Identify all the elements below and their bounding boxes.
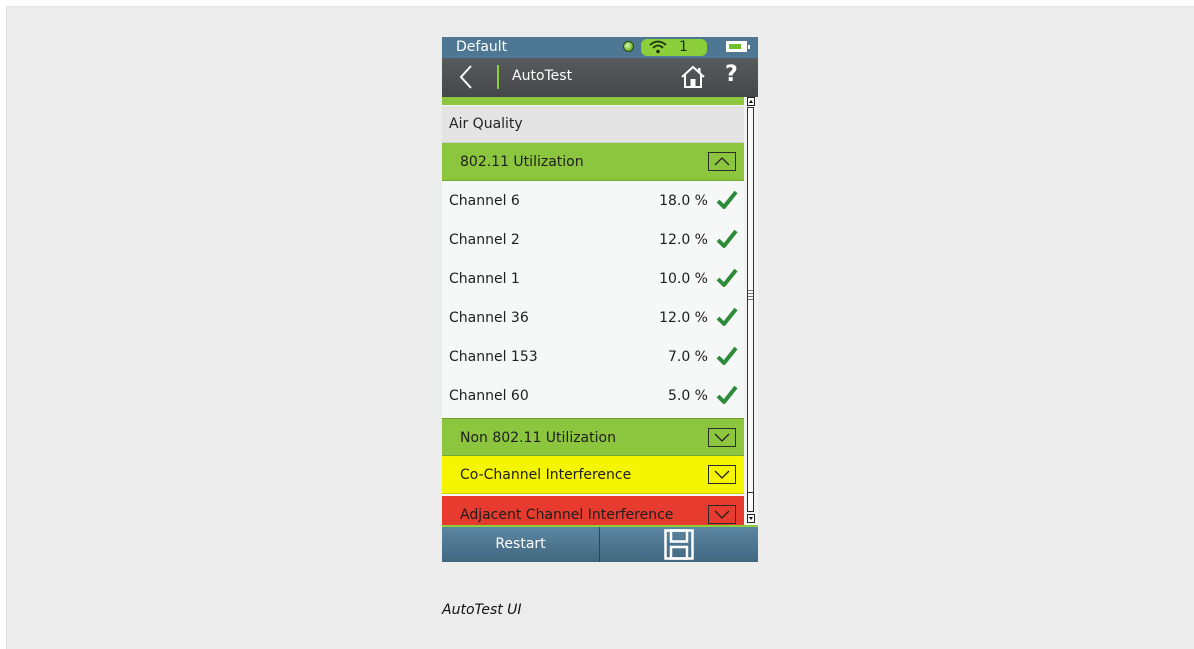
- bottom-toolbar: Restart: [442, 525, 758, 562]
- expand-toggle[interactable]: [708, 505, 736, 524]
- group-non-802-11-utilization[interactable]: Non 802.11 Utilization: [442, 418, 744, 456]
- channel-name: Channel 60: [449, 388, 529, 404]
- collapse-toggle[interactable]: [708, 152, 736, 171]
- channel-name: Channel 2: [449, 232, 520, 248]
- status-bar: Default 1: [442, 37, 758, 58]
- chevron-down-icon: [714, 433, 730, 442]
- group-label: Non 802.11 Utilization: [460, 430, 616, 446]
- help-icon[interactable]: ?: [725, 62, 738, 87]
- link-led-icon: [623, 41, 634, 52]
- channel-name: Channel 6: [449, 193, 520, 209]
- restart-label: Restart: [495, 536, 546, 552]
- top-accent-strip: [442, 97, 744, 105]
- table-row: Channel 153 7.0 %: [442, 337, 744, 376]
- group-label: Co-Channel Interference: [460, 467, 632, 483]
- battery-icon: [726, 41, 750, 52]
- channel-name: Channel 1: [449, 271, 520, 287]
- home-icon[interactable]: [680, 64, 706, 90]
- section-header-air-quality: Air Quality: [442, 106, 744, 143]
- check-icon: [716, 385, 738, 404]
- wifi-icon: [649, 40, 667, 54]
- table-row: Channel 1 10.0 %: [442, 259, 744, 298]
- nav-bar: AutoTest ?: [442, 58, 758, 97]
- channel-value: 12.0 %: [659, 232, 708, 248]
- table-row: Channel 60 5.0 %: [442, 376, 744, 415]
- chevron-down-icon: [714, 470, 730, 479]
- group-label: Adjacent Channel Interference: [460, 507, 674, 523]
- device-screen: Default 1 AutoTest ? Air Quality 802.11 …: [442, 37, 758, 562]
- channel-value: 12.0 %: [659, 310, 708, 326]
- check-icon: [716, 346, 738, 365]
- page-title: AutoTest: [512, 68, 573, 84]
- table-row: Channel 36 12.0 %: [442, 298, 744, 337]
- scroll-up-arrow-icon[interactable]: [747, 97, 755, 106]
- group-label: 802.11 Utilization: [460, 154, 584, 170]
- channel-value: 18.0 %: [659, 193, 708, 209]
- check-icon: [716, 229, 738, 248]
- back-arrow-icon[interactable]: [457, 64, 475, 90]
- group-adjacent-channel-interference[interactable]: Adjacent Channel Interference: [442, 496, 744, 525]
- check-icon: [716, 307, 738, 326]
- section-title: Air Quality: [449, 116, 523, 132]
- channel-value: 7.0 %: [667, 349, 708, 365]
- expand-toggle[interactable]: [708, 465, 736, 484]
- scroll-down-arrow-icon[interactable]: [747, 514, 755, 523]
- check-icon: [716, 190, 738, 209]
- channel-value: 10.0 %: [659, 271, 708, 287]
- nav-divider: [497, 65, 499, 89]
- group-co-channel-interference[interactable]: Co-Channel Interference: [442, 456, 744, 494]
- wifi-indicator[interactable]: 1: [641, 39, 707, 56]
- floppy-disk-icon: [664, 529, 694, 560]
- chevron-up-icon: [714, 157, 730, 166]
- group-802-11-utilization[interactable]: 802.11 Utilization: [442, 143, 744, 181]
- results-list: Air Quality 802.11 Utilization Channel 6…: [442, 97, 744, 525]
- table-row: Channel 6 18.0 %: [442, 181, 744, 220]
- wifi-count: 1: [679, 39, 688, 55]
- figure-caption: AutoTest UI: [442, 602, 522, 618]
- profile-name[interactable]: Default: [456, 39, 507, 55]
- restart-button[interactable]: Restart: [442, 527, 599, 562]
- channel-value: 5.0 %: [667, 388, 708, 404]
- chevron-down-icon: [714, 510, 730, 519]
- vertical-scrollbar[interactable]: [744, 97, 758, 525]
- save-button[interactable]: [600, 527, 758, 562]
- channel-name: Channel 36: [449, 310, 529, 326]
- check-icon: [716, 268, 738, 287]
- channel-name: Channel 153: [449, 349, 538, 365]
- table-row: Channel 2 12.0 %: [442, 220, 744, 259]
- scroll-grip-icon: [748, 290, 753, 302]
- expand-toggle[interactable]: [708, 428, 736, 447]
